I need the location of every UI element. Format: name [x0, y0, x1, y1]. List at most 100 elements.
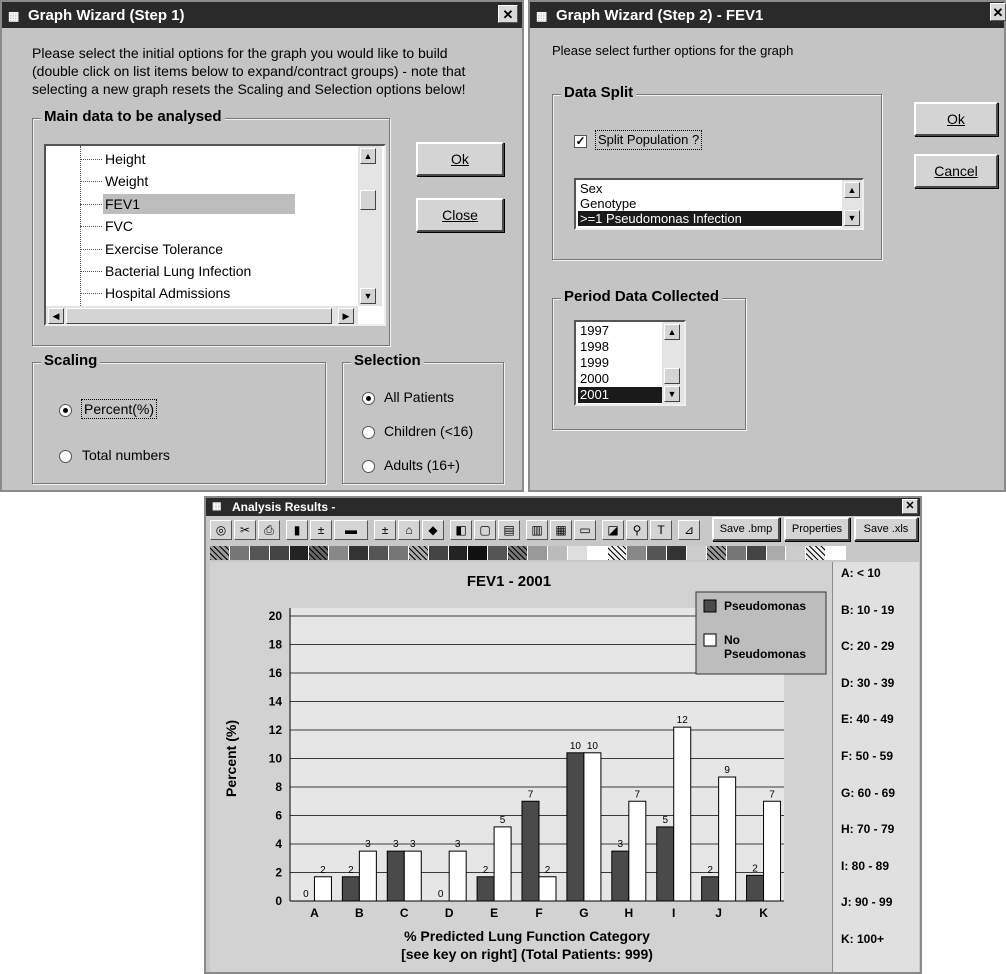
step1-ok-button[interactable]: Ok: [416, 142, 504, 176]
palette-swatch[interactable]: [369, 546, 389, 560]
scaling-percent-label[interactable]: Percent(%): [80, 399, 158, 419]
palette-swatch[interactable]: [249, 546, 270, 560]
scaling-percent-radio[interactable]: [59, 404, 72, 417]
view-icon[interactable]: ◎: [210, 520, 232, 540]
palette-swatch[interactable]: [528, 546, 548, 560]
palette-swatch[interactable]: [826, 546, 846, 560]
year-scroll-thumb[interactable]: [664, 368, 680, 384]
split-population-checkbox[interactable]: ✓: [574, 135, 587, 148]
step1-title-bar[interactable]: ▦ Graph Wizard (Step 1): [2, 2, 522, 28]
chart-type-icon[interactable]: ▮: [286, 520, 308, 540]
palette-swatch[interactable]: [687, 546, 707, 560]
axis-icon[interactable]: ⊿: [678, 520, 700, 540]
palette-swatch[interactable]: [329, 546, 350, 560]
palette-swatch[interactable]: [229, 546, 250, 560]
tree-scroll-down-icon[interactable]: ▼: [360, 288, 376, 304]
split-list-item[interactable]: Sex: [578, 181, 842, 196]
palette-swatch[interactable]: [706, 546, 727, 560]
palette-swatch[interactable]: [468, 546, 489, 560]
selection-all-radio[interactable]: [362, 392, 375, 405]
step2-title-bar[interactable]: ▦ Graph Wizard (Step 2) - FEV1: [530, 2, 1004, 28]
tree-scroll-left-icon[interactable]: ◀: [48, 308, 64, 324]
tree-item[interactable]: Weight: [46, 171, 356, 191]
period-year-list[interactable]: 1997 1998 1999 2000 2001 ▲ ▼: [574, 320, 686, 406]
cut-icon[interactable]: ✂: [234, 520, 256, 540]
palette-swatch[interactable]: [726, 546, 747, 560]
split-list-item[interactable]: >=1 Pseudomonas Infection: [578, 211, 842, 226]
palette-swatch[interactable]: [289, 546, 310, 560]
palette-swatch[interactable]: [587, 546, 608, 560]
palette-swatch[interactable]: [309, 546, 330, 560]
tree-scroll-up-icon[interactable]: ▲: [360, 148, 376, 164]
color-icon[interactable]: ▬: [334, 520, 368, 540]
tree-vscrollbar[interactable]: [358, 146, 382, 306]
color-dropdown-icon[interactable]: ±: [374, 520, 396, 540]
scaling-total-radio[interactable]: [59, 450, 72, 463]
grid-icon[interactable]: ▦: [550, 520, 572, 540]
palette-swatch[interactable]: [408, 546, 429, 560]
split-population-label[interactable]: Split Population ?: [594, 130, 703, 150]
palette-swatch[interactable]: [627, 546, 648, 560]
results-title-bar[interactable]: ▦ Analysis Results -: [206, 498, 920, 516]
split-scroll-down-icon[interactable]: ▼: [844, 210, 860, 226]
year-list-item[interactable]: 1999: [578, 355, 662, 371]
3d-icon[interactable]: ◧: [450, 520, 472, 540]
year-list-item[interactable]: 2000: [578, 371, 662, 387]
selection-adults-label[interactable]: Adults (16+): [384, 456, 460, 474]
palette-swatch[interactable]: [607, 546, 628, 560]
shape-icon[interactable]: ◆: [422, 520, 444, 540]
tree-scroll-right-icon[interactable]: ▶: [338, 308, 354, 324]
year-scroll-up-icon[interactable]: ▲: [664, 324, 680, 340]
text-icon[interactable]: T: [650, 520, 672, 540]
palette-swatch[interactable]: [766, 546, 787, 560]
scaling-total-label[interactable]: Total numbers: [82, 446, 170, 464]
legend-icon[interactable]: ▭: [574, 520, 596, 540]
year-list-item[interactable]: 2001: [578, 387, 662, 403]
year-scroll-down-icon[interactable]: ▼: [664, 386, 680, 402]
step1-close-button[interactable]: Close: [416, 198, 504, 232]
palette-swatch[interactable]: [806, 546, 827, 560]
palette-swatch[interactable]: [508, 546, 528, 560]
table-icon[interactable]: ▥: [526, 520, 548, 540]
tree-item[interactable]: Height: [46, 149, 356, 169]
palette-swatch[interactable]: [647, 546, 668, 560]
palette-swatch[interactable]: [746, 546, 767, 560]
find-icon[interactable]: ⚲: [626, 520, 648, 540]
tree-item[interactable]: FVC: [46, 216, 356, 236]
save-xls-button[interactable]: Save .xls: [854, 517, 918, 541]
tree-scroll-thumb[interactable]: [360, 190, 376, 210]
tree-scroll-hthumb[interactable]: [66, 308, 332, 324]
palette-swatch[interactable]: [388, 546, 409, 560]
palette-swatch[interactable]: [448, 546, 469, 560]
year-list-item[interactable]: 1997: [578, 323, 662, 339]
palette-swatch[interactable]: [488, 546, 509, 560]
selection-adults-radio[interactable]: [362, 460, 375, 473]
tree-item[interactable]: Bacterial Lung Infection: [46, 261, 356, 281]
save-bmp-button[interactable]: Save .bmp: [712, 517, 780, 541]
step1-close-icon[interactable]: ✕: [498, 5, 518, 23]
data-grid-icon[interactable]: ▤: [498, 520, 520, 540]
zoom-icon[interactable]: ◪: [602, 520, 624, 540]
palette-swatch[interactable]: [786, 546, 807, 560]
split-scroll-up-icon[interactable]: ▲: [844, 182, 860, 198]
palette-swatch[interactable]: [547, 546, 568, 560]
chart-type-dropdown-icon[interactable]: ±: [310, 520, 332, 540]
year-list-item[interactable]: 1998: [578, 339, 662, 355]
selection-children-radio[interactable]: [362, 426, 375, 439]
selection-children-label[interactable]: Children (<16): [384, 422, 473, 440]
palette-swatch[interactable]: [210, 546, 230, 560]
selection-all-label[interactable]: All Patients: [384, 388, 454, 406]
main-data-tree[interactable]: Height Weight FEV1 FVC Exercise Tolerance Bac…: [44, 144, 386, 326]
step2-ok-button[interactable]: Ok: [914, 102, 998, 136]
split-list-item[interactable]: Genotype: [578, 196, 842, 211]
palette-swatch[interactable]: [428, 546, 449, 560]
tree-item[interactable]: Exercise Tolerance: [46, 239, 356, 259]
palette-swatch[interactable]: [349, 546, 369, 560]
palette-swatch[interactable]: [567, 546, 588, 560]
tree-item[interactable]: FEV1: [46, 193, 356, 214]
split-variable-list[interactable]: Sex Genotype >=1 Pseudomonas Infection ▲ ▼: [574, 178, 864, 230]
palette-swatch[interactable]: [667, 546, 687, 560]
tree-item[interactable]: Hospital Admissions: [46, 283, 356, 303]
step2-close-icon[interactable]: ✕: [990, 3, 1006, 21]
results-close-icon[interactable]: ✕: [902, 499, 918, 514]
